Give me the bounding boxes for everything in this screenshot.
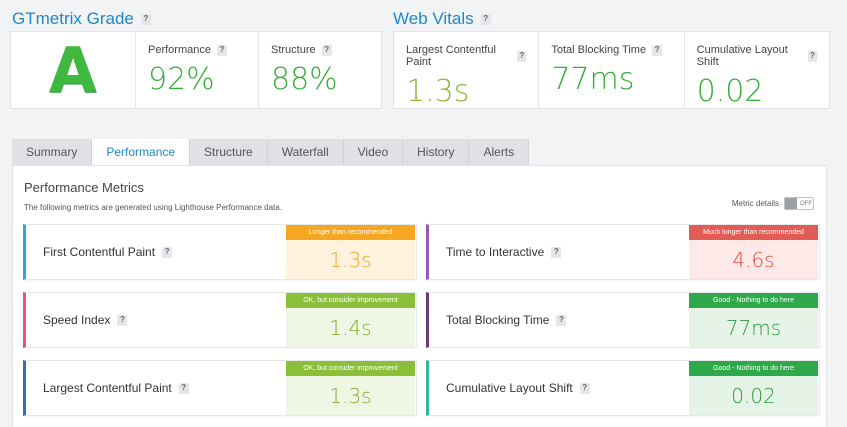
help-icon[interactable]: ?: [807, 50, 817, 62]
help-icon[interactable]: ?: [556, 314, 567, 326]
web-vitals-card: Largest Contentful Paint ? 1.3s Total Bl…: [393, 31, 830, 109]
gtmetrix-grade-title: GTmetrix Grade ?: [12, 9, 151, 29]
performance-label: Performance: [148, 44, 211, 56]
toggle-state: OFF: [800, 200, 812, 207]
metric-value: 1.3s: [286, 240, 415, 279]
metric-details-control: Metric details OFF: [732, 197, 814, 210]
toggle-knob: [785, 198, 797, 209]
tab-alerts[interactable]: Alerts: [469, 139, 530, 165]
help-icon[interactable]: ?: [517, 50, 527, 62]
web-vitals-title-text: Web Vitals: [393, 9, 474, 28]
help-icon[interactable]: ?: [216, 44, 227, 56]
help-icon[interactable]: ?: [117, 314, 128, 326]
metric-value: 1.3s: [286, 376, 415, 415]
grade-letter: A: [49, 33, 97, 107]
help-icon[interactable]: ?: [321, 44, 332, 56]
web-vitals-title: Web Vitals ?: [393, 9, 491, 29]
tab-waterfall[interactable]: Waterfall: [267, 139, 344, 165]
metric-badge: Good - Nothing to do here: [689, 293, 818, 308]
web-vital-label: Largest Contentful Paint: [406, 44, 496, 68]
structure-value: 88%: [271, 62, 338, 97]
tab-history[interactable]: History: [403, 139, 470, 165]
metric-details-toggle[interactable]: OFF: [784, 197, 814, 210]
metric-badge: Much longer than recommended: [689, 225, 818, 240]
metric-name: Largest Contentful Paint: [43, 381, 172, 395]
performance-metrics-subtitle: The following metrics are generated usin…: [24, 203, 282, 212]
metric-card: Time to Interactive? Much longer than re…: [426, 224, 820, 280]
web-vital-label: Cumulative Layout Shift: [696, 44, 788, 68]
gtmetrix-grade-card: A Performance ? 92% Structure ? 88%: [10, 31, 382, 109]
report-tabs: Summary Performance Structure Waterfall …: [12, 139, 530, 165]
web-vital-label: Total Blocking Time: [551, 44, 647, 56]
help-icon[interactable]: ?: [178, 382, 189, 394]
performance-value: 92%: [148, 62, 215, 97]
tab-structure[interactable]: Structure: [190, 139, 268, 165]
web-vital-value: 1.3s: [406, 74, 470, 109]
performance-panel: Performance Metrics The following metric…: [12, 165, 827, 427]
structure-score: Structure ? 88%: [258, 32, 381, 108]
web-vital-cls: Cumulative Layout Shift ? 0.02: [683, 32, 829, 109]
tab-performance[interactable]: Performance: [92, 139, 191, 165]
metric-name: Time to Interactive: [446, 245, 545, 259]
web-vital-value: 0.02: [696, 74, 764, 109]
help-icon[interactable]: ?: [551, 246, 562, 258]
metric-badge: Longer than recommended: [286, 225, 415, 240]
help-icon[interactable]: ?: [480, 13, 491, 25]
web-vital-tbt: Total Blocking Time ? 77ms: [538, 32, 683, 108]
metric-name: Total Blocking Time: [446, 313, 550, 327]
metric-card: Speed Index? OK, but consider improvemen…: [23, 292, 417, 348]
gtmetrix-grade-title-text: GTmetrix Grade: [12, 9, 134, 28]
metric-value: 4.6s: [689, 240, 818, 279]
web-vital-value: 77ms: [551, 62, 635, 97]
performance-score: Performance ? 92%: [135, 32, 258, 108]
grade-cell: A: [11, 32, 135, 108]
metric-name: Cumulative Layout Shift: [446, 381, 573, 395]
metric-card: First Contentful Paint? Longer than reco…: [23, 224, 417, 280]
metric-name: Speed Index: [43, 313, 111, 327]
metric-value: 1.4s: [286, 308, 415, 347]
web-vital-lcp: Largest Contentful Paint ? 1.3s: [394, 32, 538, 109]
metric-details-label: Metric details: [731, 199, 779, 208]
help-icon[interactable]: ?: [652, 44, 663, 56]
metric-card: Cumulative Layout Shift? Good - Nothing …: [426, 360, 820, 416]
metric-value: 0.02: [689, 376, 818, 415]
metric-card: Total Blocking Time? Good - Nothing to d…: [426, 292, 820, 348]
help-icon[interactable]: ?: [162, 246, 173, 258]
metric-name: First Contentful Paint: [43, 245, 156, 259]
tab-summary[interactable]: Summary: [12, 139, 93, 165]
structure-label: Structure: [271, 44, 316, 56]
performance-metrics-title: Performance Metrics: [24, 180, 144, 195]
metric-badge: Good - Nothing to do here: [689, 361, 818, 376]
tab-video[interactable]: Video: [343, 139, 404, 165]
help-icon[interactable]: ?: [140, 13, 151, 25]
help-icon[interactable]: ?: [579, 382, 590, 394]
metric-badge: OK, but consider improvement: [286, 361, 415, 376]
metric-badge: OK, but consider improvement: [286, 293, 415, 308]
metric-card: Largest Contentful Paint? OK, but consid…: [23, 360, 417, 416]
metric-value: 77ms: [689, 308, 818, 347]
